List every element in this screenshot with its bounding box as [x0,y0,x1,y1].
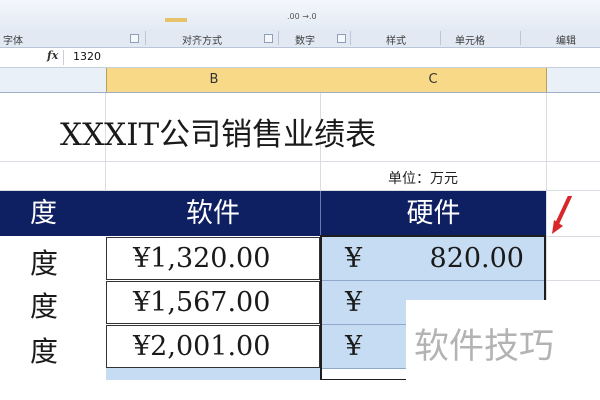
group-separator [440,31,441,45]
group-separator [145,31,146,45]
unit-label[interactable]: 单位：万元 [388,168,458,188]
group-separator [520,31,521,45]
column-header-c[interactable]: C [320,68,547,92]
row-label-1[interactable]: 度 [30,242,58,282]
row-label-3[interactable]: 度 [30,330,58,370]
alignment-dialog-launcher-icon[interactable] [264,34,273,43]
formula-bar-separator [63,50,64,65]
row-label-2[interactable]: 度 [30,285,58,325]
header-cell-software[interactable]: 软件 [106,191,321,236]
red-arrow-icon [552,196,572,234]
formula-bar: fx 1320 [0,48,600,68]
alignment-group-label: 对齐方式 [182,36,222,47]
number-dialog-launcher-icon[interactable] [337,34,346,43]
decimal-format-buttons[interactable]: .00 →.0 [287,12,317,21]
header-cell-quarter[interactable]: 度 [30,191,60,236]
software-cell-2[interactable]: ¥1,567.00 [106,281,320,324]
style-gallery-swatch[interactable] [165,18,187,22]
cells-group-label: 单元格 [455,36,485,47]
group-separator [350,31,351,45]
editing-group-label: 编辑 [556,36,576,47]
next-row-cell[interactable] [106,368,320,380]
number-group-label: 数字 [295,36,315,47]
group-separator [278,31,279,45]
styles-group-label: 样式 [386,36,406,47]
gridline [546,280,600,281]
software-cell-1[interactable]: ¥1,320.00 [106,237,320,280]
font-group-label: 字体 [3,36,23,47]
sheet-title[interactable]: XXXIT公司销售业绩表 [60,109,376,154]
column-header-row: B C [0,68,600,93]
ribbon-group-labels: 字体 对齐方式 数字 样式 单元格 编辑 [0,29,600,48]
column-header-b[interactable]: B [106,68,322,92]
header-cell-hardware[interactable]: 硬件 [321,191,546,236]
insert-function-icon[interactable]: fx [47,49,58,62]
watermark-text: 软件技巧 [414,327,555,367]
table-header-row: 度 软件 硬件 [0,191,546,236]
gridline [0,161,600,162]
software-cell-3[interactable]: ¥2,001.00 [106,325,320,368]
bottom-margin [0,380,600,400]
font-dialog-launcher-icon[interactable] [130,34,139,43]
formula-input[interactable]: 1320 [73,50,101,63]
